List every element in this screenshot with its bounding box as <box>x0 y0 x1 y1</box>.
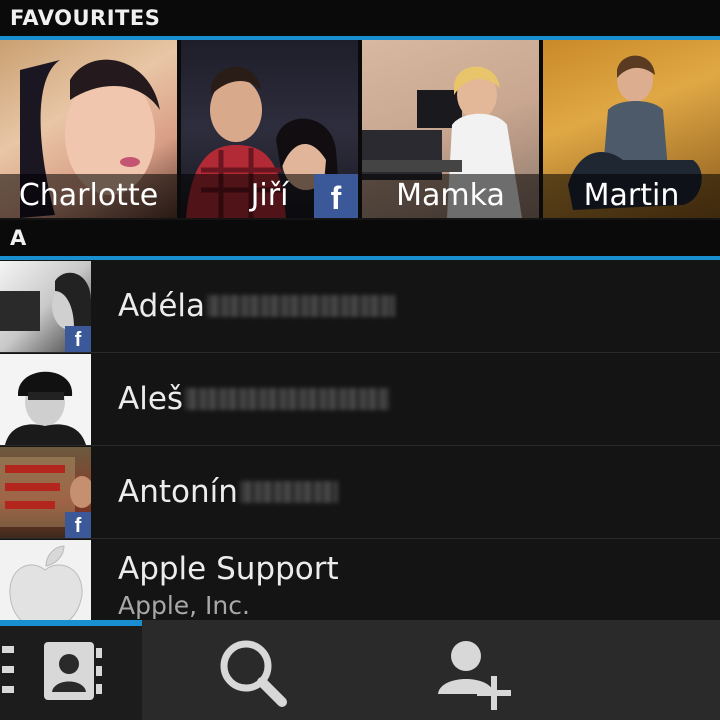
favourites-header: FAVOURITES <box>0 0 720 36</box>
contact-name: Adéla <box>118 288 206 324</box>
favourite-tile-mamka[interactable]: Mamka <box>362 40 539 218</box>
contact-list[interactable]: f Adéla Aleš f Antonín Apple Support App… <box>0 260 720 632</box>
bottom-toolbar <box>0 620 720 720</box>
contact-name: Aleš <box>118 381 184 417</box>
favourite-tile-charlotte[interactable]: Charlotte <box>0 40 177 218</box>
contact-avatar: f <box>0 260 91 352</box>
apple-logo-icon <box>9 544 83 626</box>
avatar-image <box>5 371 86 445</box>
contacts-book-icon[interactable] <box>42 640 104 702</box>
favourites-row: Charlotte Jiří f Mamka Martin <box>0 40 720 218</box>
favourite-tile-jiri[interactable]: Jiří f <box>181 40 358 218</box>
contact-item-antonin[interactable]: f Antonín <box>0 446 720 539</box>
redacted-surname <box>207 295 396 317</box>
facebook-icon: f <box>65 325 91 352</box>
favourite-name: Charlotte <box>0 174 177 218</box>
contact-name: Antonín <box>118 474 238 510</box>
contact-company: Apple, Inc. <box>118 590 250 620</box>
contact-item-ales[interactable]: Aleš <box>0 353 720 446</box>
contact-item-adela[interactable]: f Adéla <box>0 260 720 353</box>
search-icon[interactable] <box>218 638 288 708</box>
redacted-surname <box>239 481 338 503</box>
facebook-icon: f <box>314 174 358 218</box>
contact-avatar <box>0 353 91 445</box>
menu-icon[interactable] <box>0 642 20 698</box>
redacted-surname <box>185 388 390 410</box>
add-contact-icon[interactable] <box>436 636 512 714</box>
section-a-header: A <box>0 220 720 256</box>
favourite-name: Martin <box>543 174 720 218</box>
facebook-icon: f <box>65 511 91 538</box>
active-tab-indicator <box>0 620 142 626</box>
contact-item-apple-support[interactable]: Apple Support Apple, Inc. <box>0 539 720 632</box>
contact-name: Apple Support <box>118 550 339 587</box>
favourite-name: Mamka <box>362 174 539 218</box>
favourite-tile-martin[interactable]: Martin <box>543 40 720 218</box>
contact-avatar <box>0 539 91 631</box>
contact-avatar: f <box>0 446 91 538</box>
